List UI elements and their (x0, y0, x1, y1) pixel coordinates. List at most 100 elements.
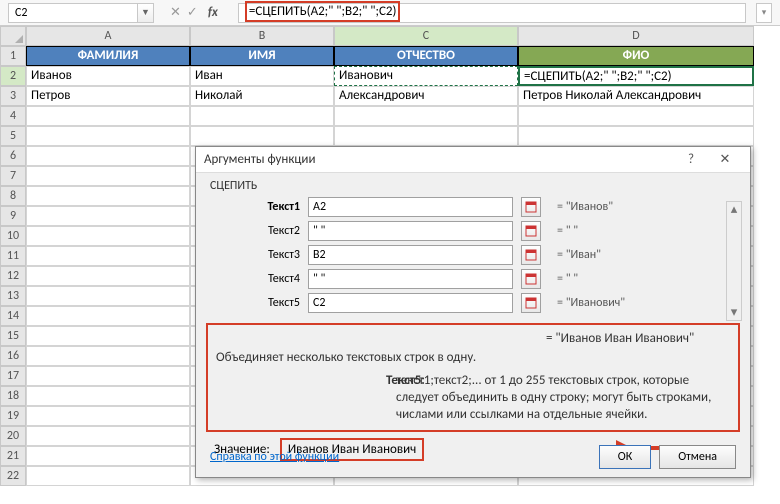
row-head-4[interactable]: 4 (0, 106, 26, 126)
arg-eval: = " " (549, 224, 578, 238)
spreadsheet-grid: A B C D 1 ФАМИЛИЯ ИМЯ ОТЧЕСТВО ФИО 2 Ива… (0, 26, 780, 106)
arg-eval: = "Иван" (549, 248, 601, 262)
cell-empty[interactable] (334, 106, 518, 126)
help-button[interactable]: ? (674, 149, 708, 171)
cell-empty[interactable] (518, 126, 754, 146)
row-head-3[interactable]: 3 (0, 86, 26, 106)
cell-empty[interactable] (26, 186, 190, 206)
cell-D1[interactable]: ФИО (518, 46, 754, 66)
range-picker-icon[interactable] (521, 245, 541, 265)
range-picker-icon[interactable] (521, 269, 541, 289)
cell-D3[interactable]: Петров Николай Александрович (518, 86, 754, 106)
enter-icon[interactable]: ✓ (187, 5, 198, 20)
cell-empty[interactable] (26, 166, 190, 186)
arg-input-1[interactable] (308, 197, 513, 217)
select-all-corner[interactable] (0, 26, 26, 46)
range-picker-icon[interactable] (521, 221, 541, 241)
arg-input-2[interactable] (308, 221, 513, 241)
row-head-1[interactable]: 1 (0, 46, 26, 66)
formula-bar-buttons: ✕ ✓ fx (164, 5, 228, 20)
cell-empty[interactable] (26, 366, 190, 386)
cell-empty[interactable] (26, 446, 190, 466)
cell-A3[interactable]: Петров (26, 86, 190, 106)
range-picker-icon[interactable] (521, 293, 541, 313)
arg-row-1: Текст1= "Иванов" (210, 195, 736, 219)
expand-formula-bar-icon[interactable]: ▾ (756, 3, 772, 23)
arg-input-4[interactable] (308, 269, 513, 289)
cell-empty[interactable] (518, 106, 754, 126)
result-preview: = "Иванов Иван Иванович" (216, 331, 730, 346)
row-head-18[interactable]: 18 (0, 386, 26, 406)
cell-empty[interactable] (190, 106, 334, 126)
row-head-2[interactable]: 2 (0, 66, 26, 86)
row-head-16[interactable]: 16 (0, 346, 26, 366)
arg-row-2: Текст2= " " (210, 219, 736, 243)
fx-icon[interactable]: fx (204, 5, 222, 20)
row-head-12[interactable]: 12 (0, 266, 26, 286)
arg-input-5[interactable] (308, 293, 513, 313)
row-head-11[interactable]: 11 (0, 246, 26, 266)
row-head-10[interactable]: 10 (0, 226, 26, 246)
row-head-20[interactable]: 20 (0, 426, 26, 446)
cell-B3[interactable]: Николай (190, 86, 334, 106)
cell-empty[interactable] (334, 126, 518, 146)
arg-label: Текст1 (210, 200, 300, 214)
help-link[interactable]: Справка по этой функции (210, 450, 339, 464)
range-picker-icon[interactable] (521, 197, 541, 217)
row-head-5[interactable]: 5 (0, 126, 26, 146)
cell-D2[interactable]: =СЦЕПИТЬ(A2;" ";B2;" ";C2) (518, 66, 754, 86)
cell-empty[interactable] (26, 226, 190, 246)
cell-C2-selected[interactable]: Иванович (334, 66, 518, 86)
row-head-15[interactable]: 15 (0, 326, 26, 346)
name-box-dropdown[interactable]: ▼ (138, 3, 154, 23)
cell-empty[interactable] (26, 146, 190, 166)
arguments-area: Текст1= "Иванов"Текст2= " " Текст3 = "Иван… (196, 195, 750, 321)
cell-empty[interactable] (26, 286, 190, 306)
cell-empty[interactable] (26, 426, 190, 446)
cell-empty[interactable] (26, 126, 190, 146)
name-box-input[interactable] (8, 3, 138, 23)
row-head-13[interactable]: 13 (0, 286, 26, 306)
row-head-19[interactable]: 19 (0, 406, 26, 426)
cell-empty[interactable] (26, 266, 190, 286)
description-highlight-box: = "Иванов Иван Иванович" Объединяет неск… (206, 323, 740, 432)
col-head-D[interactable]: D (518, 26, 754, 46)
dialog-title-bar[interactable]: Аргументы функции ? ✕ (196, 147, 750, 173)
row-head-7[interactable]: 7 (0, 166, 26, 186)
cancel-icon[interactable]: ✕ (170, 5, 181, 20)
cancel-button[interactable]: Отмена (659, 445, 736, 469)
row-head-6[interactable]: 6 (0, 146, 26, 166)
arg-label: Текст3 (210, 248, 300, 262)
arg-input-3[interactable] (308, 245, 513, 265)
cell-empty[interactable] (26, 406, 190, 426)
cell-empty[interactable] (26, 306, 190, 326)
cell-empty[interactable] (26, 466, 190, 486)
col-head-A[interactable]: A (26, 26, 190, 46)
row-head-14[interactable]: 14 (0, 306, 26, 326)
ok-button[interactable]: ОК (599, 445, 651, 469)
cell-A2[interactable]: Иванов (26, 66, 190, 86)
cell-empty[interactable] (26, 106, 190, 126)
cell-empty[interactable] (26, 246, 190, 266)
cell-C1[interactable]: ОТЧЕСТВО (334, 46, 518, 66)
cell-empty[interactable] (190, 126, 334, 146)
row-head-8[interactable]: 8 (0, 186, 26, 206)
cell-B1[interactable]: ИМЯ (190, 46, 334, 66)
col-head-B[interactable]: B (190, 26, 334, 46)
cell-empty[interactable] (26, 326, 190, 346)
args-scrollbar[interactable]: ▴▾ (726, 201, 742, 321)
row-head-17[interactable]: 17 (0, 366, 26, 386)
formula-bar: ▼ ✕ ✓ fx =СЦЕПИТЬ(A2;" ";B2;" ";C2) ▾ (0, 0, 780, 26)
row-head-9[interactable]: 9 (0, 206, 26, 226)
row-head-21[interactable]: 21 (0, 446, 26, 466)
row-head-22[interactable]: 22 (0, 466, 26, 486)
cell-empty[interactable] (26, 346, 190, 366)
cell-C3[interactable]: Александрович (334, 86, 518, 106)
close-button[interactable]: ✕ (708, 149, 742, 171)
cell-A1[interactable]: ФАМИЛИЯ (26, 46, 190, 66)
cell-empty[interactable] (26, 386, 190, 406)
col-head-C[interactable]: C (334, 26, 518, 46)
cell-empty[interactable] (26, 206, 190, 226)
formula-input[interactable]: =СЦЕПИТЬ(A2;" ";B2;" ";C2) (238, 3, 746, 23)
cell-B2[interactable]: Иван (190, 66, 334, 86)
